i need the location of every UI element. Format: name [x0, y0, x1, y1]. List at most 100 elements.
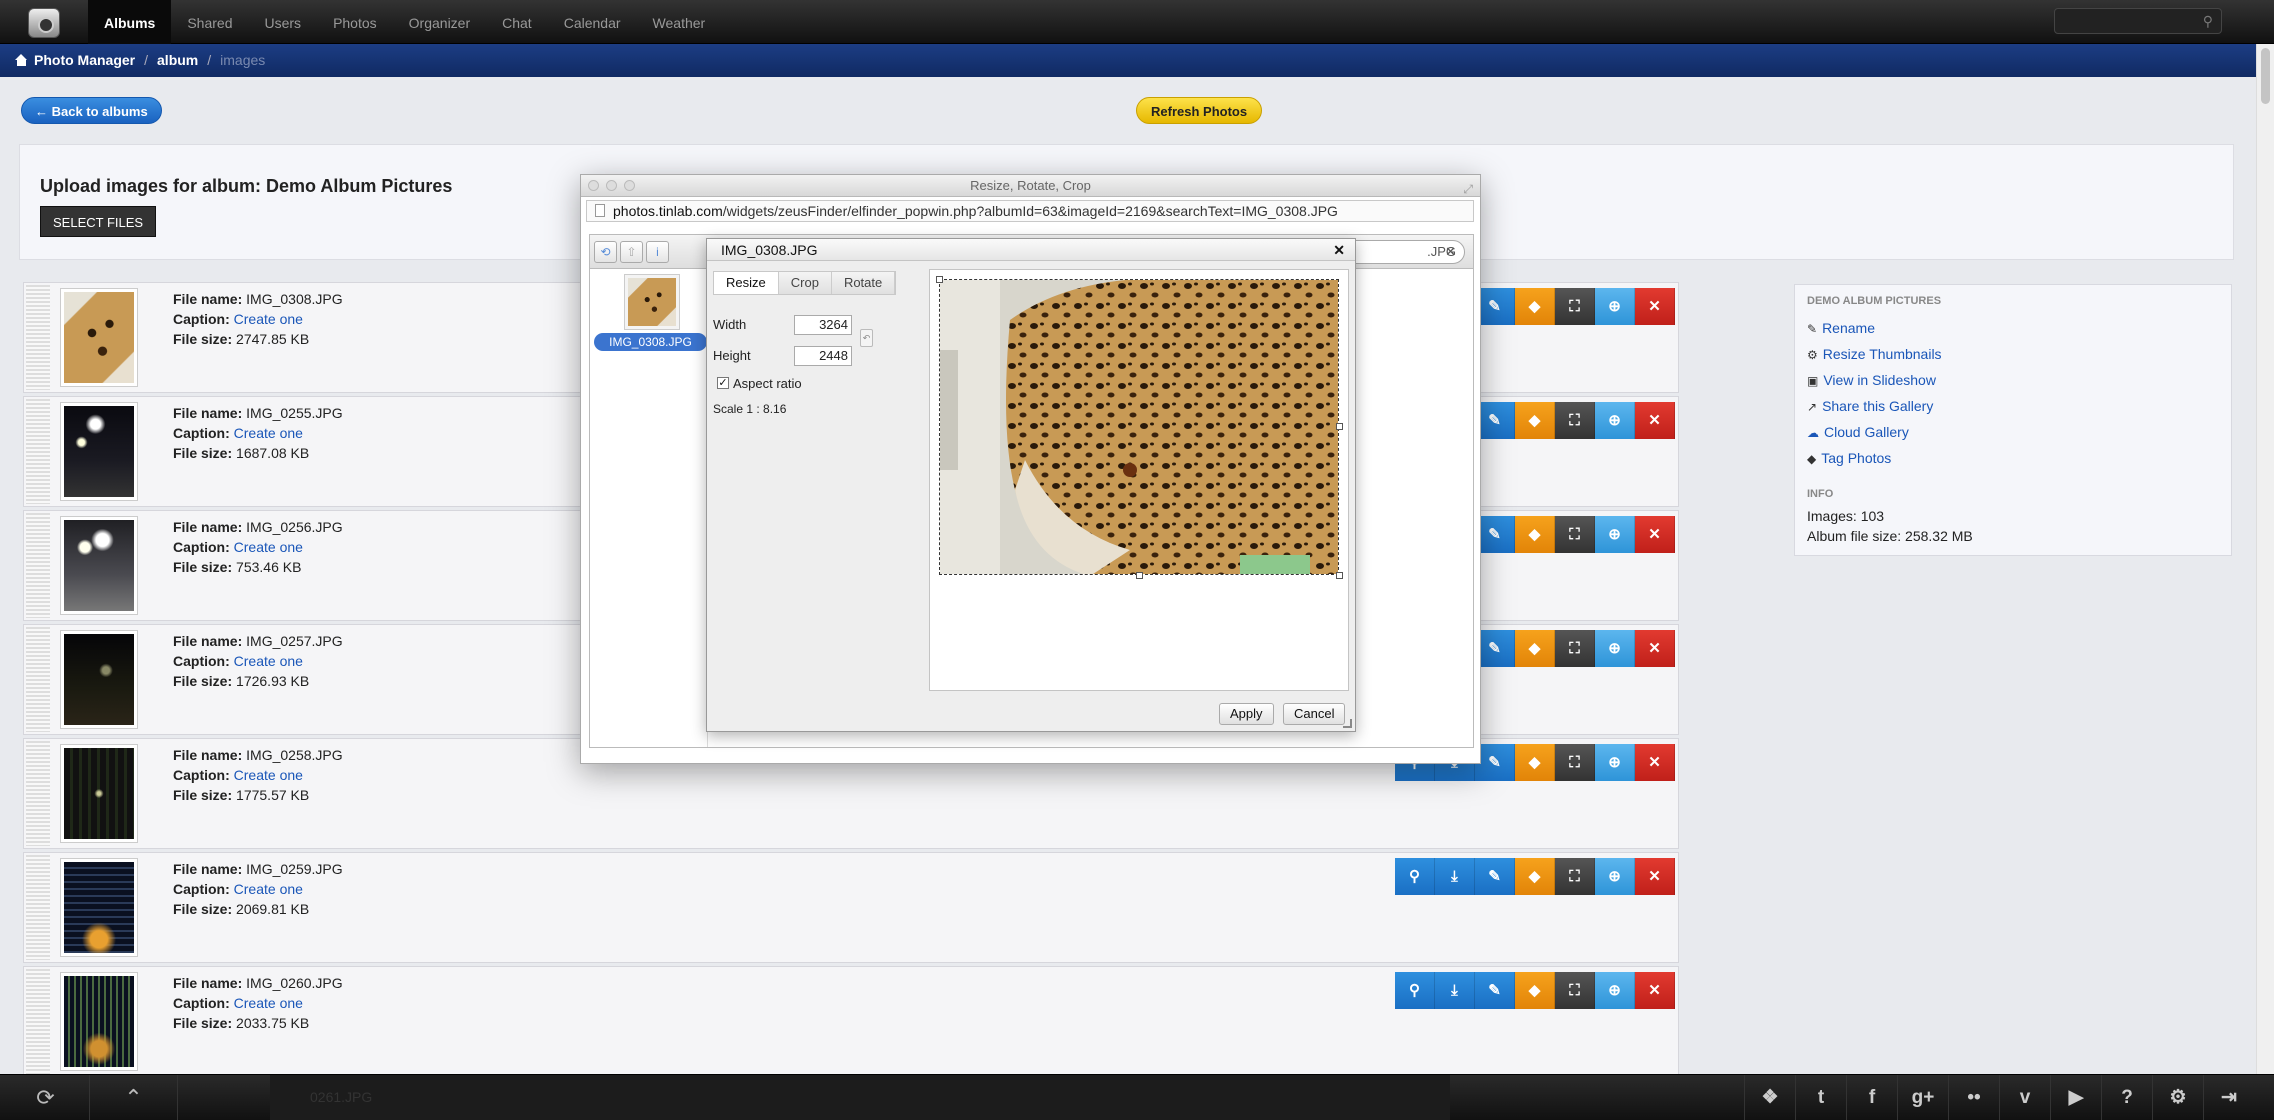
delete-icon[interactable]: ✕ — [1635, 858, 1675, 895]
delete-icon[interactable]: ✕ — [1635, 630, 1675, 667]
tab-resize[interactable]: Resize — [714, 272, 779, 294]
delete-icon[interactable]: ✕ — [1635, 288, 1675, 325]
sidebar-cloud-gallery[interactable]: ☁ Cloud Gallery — [1807, 424, 1909, 440]
delete-icon[interactable]: ✕ — [1635, 402, 1675, 439]
dialog-title[interactable]: IMG_0308.JPG — [707, 239, 1355, 261]
tab-crop[interactable]: Crop — [779, 272, 832, 294]
drag-handle[interactable] — [26, 399, 50, 504]
create-caption-link[interactable]: Create one — [234, 425, 303, 441]
back-to-albums-button[interactable]: ← Back to albums — [21, 97, 162, 124]
drag-handle[interactable] — [26, 627, 50, 732]
create-caption-link[interactable]: Create one — [234, 881, 303, 897]
delete-icon[interactable]: ✕ — [1635, 744, 1675, 781]
zoom-icon[interactable]: ⚲ — [1395, 858, 1435, 895]
edit-icon[interactable]: ✎ — [1475, 630, 1515, 667]
edit-icon[interactable]: ✎ — [1475, 516, 1515, 553]
edit-icon[interactable]: ✎ — [1475, 288, 1515, 325]
drag-handle[interactable] — [26, 513, 50, 618]
page-scrollbar[interactable] — [2256, 44, 2274, 1074]
google-plus-icon[interactable]: g+ — [1897, 1075, 1948, 1120]
popup-titlebar[interactable]: Resize, Rotate, Crop ⤢ — [581, 175, 1480, 197]
file-thumbnail[interactable] — [624, 274, 680, 330]
resize-grip-icon[interactable] — [1343, 719, 1352, 728]
edit-icon[interactable]: ✎ — [1475, 858, 1515, 895]
nav-shared[interactable]: Shared — [171, 0, 248, 44]
settings-icon[interactable]: ⚙ — [2152, 1075, 2203, 1120]
crop-handle-bottom[interactable] — [1136, 572, 1143, 579]
image-thumbnail[interactable] — [60, 516, 138, 615]
create-caption-link[interactable]: Create one — [234, 539, 303, 555]
add-icon[interactable]: ⊕ — [1595, 630, 1635, 667]
sidebar-rename[interactable]: ✎ Rename — [1807, 320, 1875, 336]
fullscreen-icon[interactable]: ⛶ — [1555, 858, 1595, 895]
zoom-icon[interactable]: ⚲ — [1395, 972, 1435, 1009]
app-logo-icon[interactable] — [28, 8, 60, 38]
image-thumbnail[interactable] — [60, 744, 138, 843]
image-thumbnail[interactable] — [60, 288, 138, 387]
tag-icon[interactable]: ◆ — [1515, 516, 1555, 553]
tag-icon[interactable]: ◆ — [1515, 288, 1555, 325]
fullscreen-icon[interactable]: ⛶ — [1555, 972, 1595, 1009]
create-caption-link[interactable]: Create one — [234, 995, 303, 1011]
create-caption-link[interactable]: Create one — [234, 767, 303, 783]
window-zoom-dot[interactable] — [624, 180, 635, 191]
tag-icon[interactable]: ◆ — [1515, 972, 1555, 1009]
crop-handle-right[interactable] — [1336, 423, 1343, 430]
file-label[interactable]: IMG_0308.JPG — [594, 333, 707, 351]
fullscreen-icon[interactable]: ⛶ — [1555, 402, 1595, 439]
fullscreen-icon[interactable]: ⛶ — [1555, 516, 1595, 553]
youtube-icon[interactable]: ▶ — [2050, 1075, 2101, 1120]
nav-organizer[interactable]: Organizer — [393, 0, 486, 44]
sidebar-share-gallery[interactable]: ↗ Share this Gallery — [1807, 398, 1933, 414]
delete-icon[interactable]: ✕ — [1635, 972, 1675, 1009]
crop-handle-br[interactable] — [1336, 572, 1343, 579]
edit-icon[interactable]: ✎ — [1475, 744, 1515, 781]
drag-handle[interactable] — [26, 969, 50, 1074]
sidebar-tag-photos[interactable]: ◆ Tag Photos — [1807, 450, 1891, 466]
delete-icon[interactable]: ✕ — [1635, 516, 1675, 553]
drag-handle[interactable] — [26, 741, 50, 846]
sidebar-resize-thumbnails[interactable]: ⚙ Resize Thumbnails — [1807, 346, 1942, 362]
nav-users[interactable]: Users — [249, 0, 318, 44]
image-thumbnail[interactable] — [60, 858, 138, 957]
cancel-button[interactable]: Cancel — [1283, 703, 1346, 725]
select-files-button[interactable]: SELECT FILES — [40, 206, 157, 237]
twitter-icon[interactable]: t — [1795, 1075, 1846, 1120]
dialog-close-icon[interactable]: ✕ — [1333, 242, 1345, 258]
width-input[interactable]: 3264 — [794, 315, 852, 335]
add-icon[interactable]: ⊕ — [1595, 858, 1635, 895]
flickr-icon[interactable]: •• — [1948, 1075, 1999, 1120]
breadcrumb-home[interactable]: Photo Manager — [34, 52, 135, 68]
clear-search-icon[interactable]: ✕ — [1445, 241, 1456, 263]
dropbox-icon[interactable]: ❖ — [1744, 1075, 1795, 1120]
logout-icon[interactable]: ⇥ — [2203, 1075, 2254, 1120]
image-thumbnail[interactable] — [60, 630, 138, 729]
sidebar-view-slideshow[interactable]: ▣ View in Slideshow — [1807, 372, 1936, 388]
nav-albums[interactable]: Albums — [88, 0, 172, 44]
fullscreen-icon[interactable]: ⛶ — [1555, 744, 1595, 781]
crop-handle-tl[interactable] — [936, 276, 943, 283]
drag-handle[interactable] — [26, 285, 50, 390]
nav-calendar[interactable]: Calendar — [548, 0, 637, 44]
parent-folder-icon[interactable]: ⇧ — [620, 241, 643, 263]
height-input[interactable]: 2448 — [794, 346, 852, 366]
tab-rotate[interactable]: Rotate — [832, 272, 896, 294]
preview-photo[interactable] — [939, 279, 1339, 575]
reload-folder-icon[interactable]: ⟲ — [594, 241, 617, 263]
tag-icon[interactable]: ◆ — [1515, 744, 1555, 781]
breadcrumb-album[interactable]: album — [157, 52, 198, 68]
download-icon[interactable]: ⤓ — [1435, 972, 1475, 1009]
nav-chat[interactable]: Chat — [486, 0, 548, 44]
top-search-input[interactable]: ⚲ — [2054, 8, 2222, 34]
tag-icon[interactable]: ◆ — [1515, 402, 1555, 439]
edit-icon[interactable]: ✎ — [1475, 972, 1515, 1009]
image-thumbnail[interactable] — [60, 402, 138, 501]
nav-photos[interactable]: Photos — [317, 0, 393, 44]
apply-button[interactable]: Apply — [1219, 703, 1274, 725]
reload-icon[interactable]: ⟳ — [2, 1075, 90, 1120]
create-caption-link[interactable]: Create one — [234, 653, 303, 669]
add-icon[interactable]: ⊕ — [1595, 516, 1635, 553]
vimeo-icon[interactable]: v — [1999, 1075, 2050, 1120]
popup-url-bar[interactable]: photos.tinlab.com/widgets/zeusFinder/elf… — [586, 200, 1474, 222]
drag-handle[interactable] — [26, 855, 50, 960]
